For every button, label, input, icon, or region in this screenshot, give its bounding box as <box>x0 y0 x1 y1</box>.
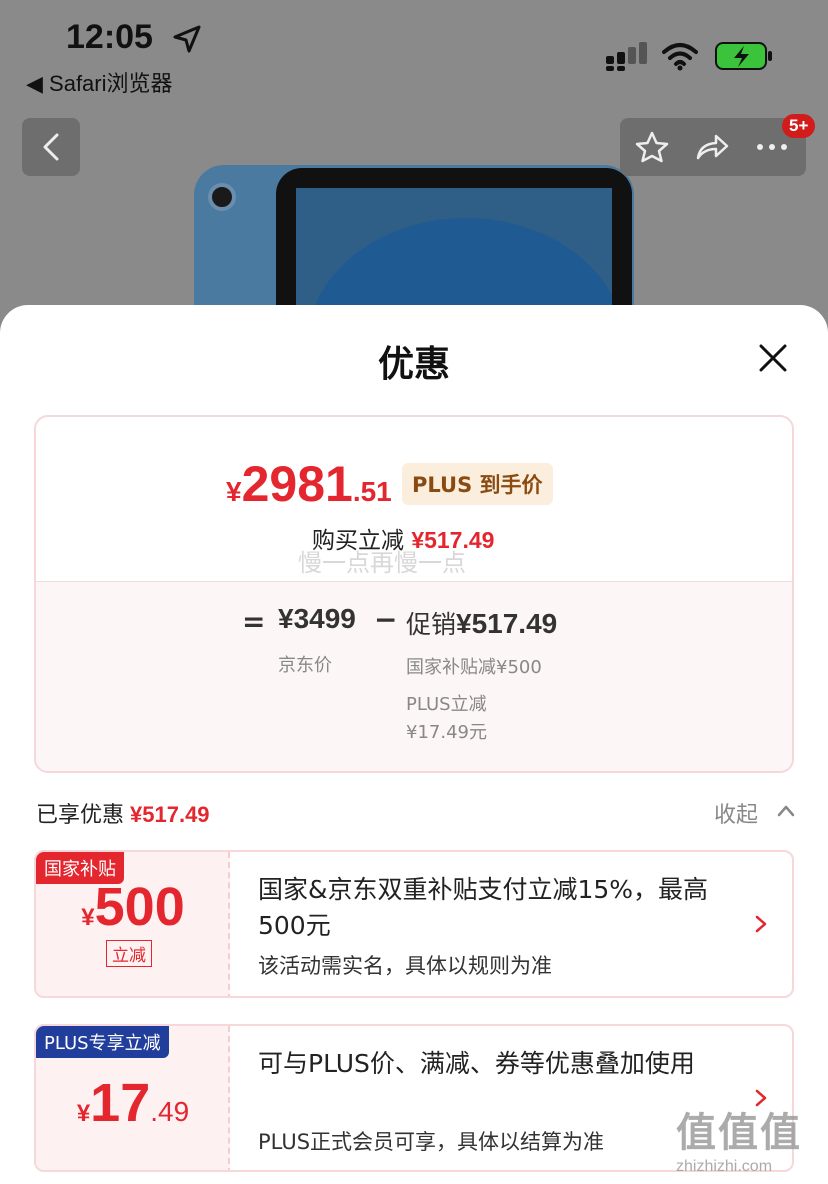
product-image-camera <box>208 183 236 211</box>
star-favorite-icon[interactable] <box>634 130 670 164</box>
site-watermark: 值值值 zhizhizhi.com <box>676 1110 802 1175</box>
coupon-description: 国家&京东双重补贴支付立减15%，最高500元 <box>258 875 709 940</box>
jd-price-label: 京东价 <box>278 655 332 676</box>
chevron-left-icon <box>43 133 59 161</box>
share-icon[interactable] <box>694 130 730 164</box>
promo-detail-subsidy: 国家补贴减¥500 <box>406 657 542 678</box>
notification-badge: 5+ <box>782 114 816 138</box>
chevron-right-icon <box>755 915 767 933</box>
watermark-text: 慢一点再慢一点 <box>298 549 466 577</box>
coupon-national-subsidy[interactable]: 国家补贴 ¥500 立减 国家&京东双重补贴支付立减15%，最高500元 该活动… <box>34 850 794 998</box>
equals-sign: = <box>242 605 266 638</box>
coupon-subtext: PLUS正式会员可享，具体以结算为准 <box>258 1130 605 1154</box>
chevron-up-icon[interactable] <box>776 801 796 821</box>
discount-sheet: 优惠 ¥2981.51 PLUS 到手价 购买立减 ¥517.49 慢一点再慢一… <box>0 305 828 1184</box>
battery-charging-icon <box>715 42 772 70</box>
minus-sign: − <box>374 603 398 636</box>
wifi-icon <box>662 43 698 71</box>
location-arrow-icon <box>173 25 201 53</box>
coupon-stamp: 立减 <box>106 940 152 967</box>
promo-total: 促销¥517.49 <box>406 608 558 639</box>
jd-price: ¥3499 <box>278 603 356 634</box>
final-price: ¥2981.51 <box>226 456 392 512</box>
status-bar: 12:05 ◀ Safari浏览器 <box>0 0 828 100</box>
back-to-safari-link[interactable]: ◀ Safari浏览器 <box>26 66 173 98</box>
nav-actions-group <box>620 118 806 176</box>
plus-price-tag: PLUS 到手价 <box>402 463 553 505</box>
coupon-amount: ¥500 <box>81 877 185 937</box>
back-button[interactable] <box>22 118 80 176</box>
more-menu-icon[interactable] <box>754 130 790 164</box>
promo-detail-plus: PLUS立减 ¥17.49元 <box>406 694 487 743</box>
sheet-title: 优惠 <box>377 344 450 385</box>
cellular-signal-icon <box>606 42 647 71</box>
coupon-amount: ¥17.49 <box>76 1073 190 1133</box>
coupon-description: 可与PLUS价、满减、券等优惠叠加使用 <box>258 1049 695 1078</box>
status-time: 12:05 <box>66 18 153 56</box>
collapse-button[interactable]: 收起 <box>714 797 758 829</box>
enjoyed-discount: 已享优惠 ¥517.49 <box>36 802 210 828</box>
coupon-tag: PLUS专享立减 <box>36 1026 169 1058</box>
coupon-amount-panel: 国家补贴 ¥500 立减 <box>36 852 230 996</box>
coupon-amount-panel: PLUS专享立减 ¥17.49 <box>36 1026 230 1170</box>
coupon-subtext: 该活动需实名，具体以规则为准 <box>258 954 552 978</box>
close-icon[interactable] <box>756 341 790 375</box>
price-breakdown-card: ¥2981.51 PLUS 到手价 购买立减 ¥517.49 慢一点再慢一点 =… <box>34 415 794 773</box>
